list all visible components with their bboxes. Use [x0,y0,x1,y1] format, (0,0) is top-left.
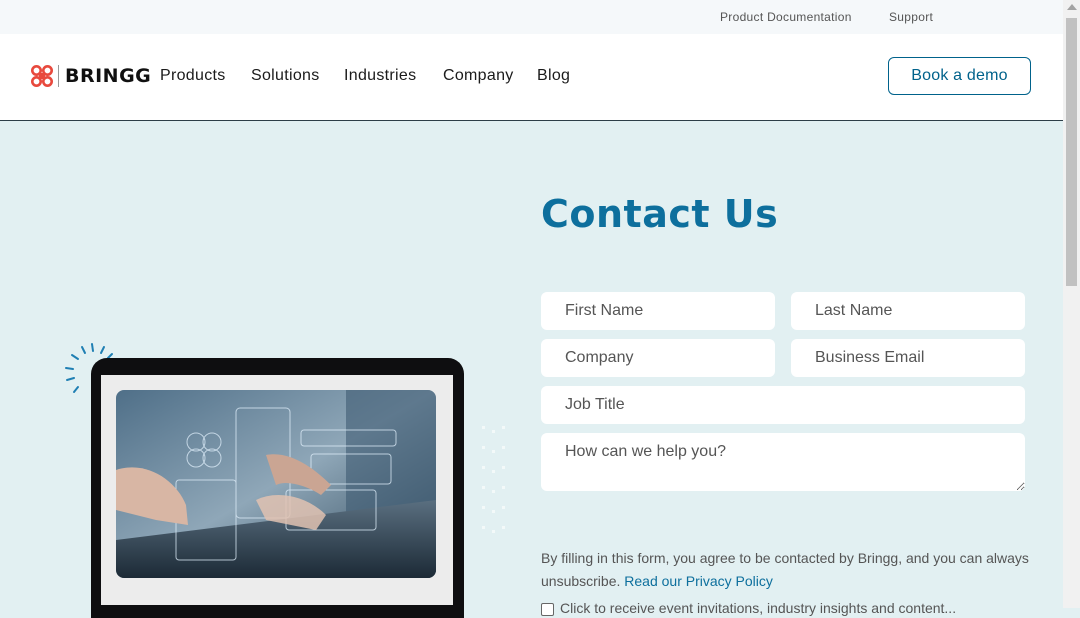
logo[interactable]: BRINGG [30,64,151,88]
nav-item-solutions[interactable]: Solutions [251,67,320,85]
bringg-logo-icon [31,65,53,87]
company-field[interactable] [541,339,775,377]
last-name-field[interactable] [791,292,1025,330]
first-name-field[interactable] [541,292,775,330]
laptop-screen [101,375,453,605]
business-email-field[interactable] [791,339,1025,377]
consent-notice: By filling in this form, you agree to be… [541,547,1031,593]
dot-pattern-decoration [478,420,514,540]
book-demo-button[interactable]: Book a demo [888,57,1031,95]
product-documentation-link[interactable]: Product Documentation [720,10,852,24]
marketing-opt-in-checkbox[interactable] [541,603,554,616]
marketing-opt-in-label: Click to receive event invitations, indu… [560,600,957,616]
site-header: BRINGG Products Solutions Industries Com… [0,34,1063,121]
nav-item-company[interactable]: Company [443,67,514,85]
top-utility-bar: Product Documentation Support [0,0,1063,34]
contact-hero-photo [116,390,436,578]
message-field[interactable] [541,433,1025,491]
page-title: Contact Us [541,192,779,236]
nav-item-products[interactable]: Products [160,67,226,85]
nav-item-industries[interactable]: Industries [344,67,416,85]
logo-divider [58,65,59,87]
job-title-field[interactable] [541,386,1025,424]
nav-item-blog[interactable]: Blog [537,67,570,85]
scroll-up-arrow-icon[interactable] [1067,4,1077,10]
support-link[interactable]: Support [889,10,933,24]
vertical-scrollbar[interactable] [1063,0,1080,608]
laptop-illustration [91,358,464,618]
consent-text: By filling in this form, you agree to be… [541,550,1029,589]
scrollbar-thumb[interactable] [1066,18,1077,286]
privacy-policy-link[interactable]: Read our Privacy Policy [624,573,773,589]
logo-wordmark: BRINGG [65,65,152,87]
